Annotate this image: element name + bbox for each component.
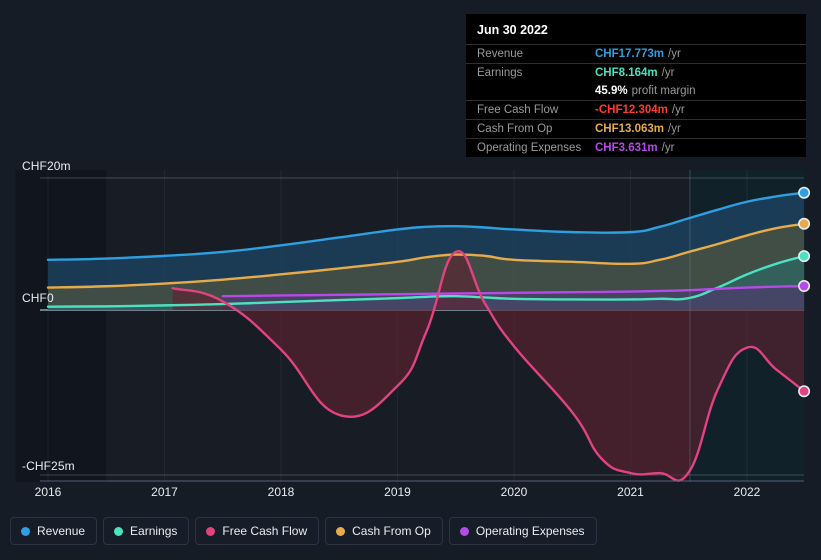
tooltip-row: Cash From Op CHF13.063m/yr — [466, 119, 806, 138]
x-axis-tick-2019: 2019 — [384, 485, 411, 499]
legend-item-earnings[interactable]: Earnings — [103, 517, 190, 545]
legend-color-dot-icon — [21, 526, 30, 536]
x-axis-tick-2022: 2022 — [733, 485, 761, 499]
chart-svg — [15, 170, 811, 482]
tooltip-row-label: Revenue — [477, 48, 524, 60]
tooltip-row-label: Earnings — [477, 67, 523, 79]
tooltip-row-value: CHF8.164m — [595, 67, 658, 79]
tooltip-row-label: Cash From Op — [477, 123, 553, 135]
chart-page: CHF20m CHF0 -CHF25m 2016 2017 2018 2019 2020… — [0, 0, 821, 560]
tooltip-row-value: CHF3.631m — [595, 142, 658, 154]
legend-item-free-cash-flow[interactable]: Free Cash Flow — [195, 517, 320, 545]
tooltip-date: Jun 30 2022 — [477, 23, 548, 37]
tooltip-row: 45.9% profit margin — [466, 82, 806, 100]
series-endpoint-cash-from-op — [798, 217, 811, 230]
x-axis-tick-2018: 2018 — [267, 485, 295, 499]
legend-item-label: Operating Expenses — [475, 524, 585, 538]
legend-item-operating-expenses[interactable]: Operating Expenses — [448, 517, 597, 545]
series-endpoint-operating-expenses — [798, 280, 811, 293]
y-axis-label-top: CHF20m — [22, 159, 71, 173]
legend-color-dot-icon — [459, 526, 469, 536]
tooltip-row-unit: profit margin — [631, 85, 696, 97]
series-endpoint-free-cash-flow — [798, 385, 811, 398]
tooltip-row-unit: /yr — [668, 123, 681, 135]
chart-legend: Revenue Earnings Free Cash Flow Cash From O… — [10, 517, 597, 545]
y-axis-label-zero: CHF0 — [22, 291, 54, 305]
legend-item-revenue[interactable]: Revenue — [10, 517, 98, 545]
tooltip-row: Operating Expenses CHF3.631m/yr — [466, 138, 806, 157]
tooltip-row: Revenue CHF17.773m/yr — [466, 44, 806, 63]
tooltip-row-label: Operating Expenses — [477, 142, 582, 154]
tooltip-row-label: Free Cash Flow — [477, 104, 559, 116]
tooltip-row-value: CHF17.773m — [595, 48, 665, 60]
tooltip-row-unit: /yr — [671, 104, 685, 116]
tooltip-row-unit: /yr — [661, 142, 675, 154]
chart-plot-area — [0, 170, 821, 482]
tooltip-row-unit: /yr — [668, 48, 681, 60]
legend-item-label: Revenue — [37, 524, 86, 538]
series-endpoint-revenue — [798, 186, 811, 199]
tooltip-row-unit: /yr — [661, 67, 675, 79]
x-axis-tick-2017: 2017 — [151, 485, 178, 499]
data-tooltip: Jun 30 2022 Revenue CHF17.773m/yr Earnings… — [466, 14, 806, 157]
tooltip-rows: Revenue CHF17.773m/yr Earnings CHF8.164m/yr… — [466, 44, 806, 157]
tooltip-row: Earnings CHF8.164m/yr — [466, 63, 806, 82]
tooltip-row-value: CHF13.063m — [595, 123, 665, 135]
legend-item-label: Free Cash Flow — [222, 524, 308, 538]
y-axis-label-bottom: -CHF25m — [22, 459, 75, 473]
tooltip-row-value: -CHF12.304m — [595, 104, 668, 116]
legend-color-dot-icon — [206, 526, 216, 536]
legend-color-dot-icon — [336, 526, 346, 536]
x-axis-labels: 2016 2017 2018 2019 2020 2021 2022 — [0, 485, 821, 501]
series-endpoint-earnings — [798, 250, 811, 263]
legend-item-label: Cash From Op — [352, 524, 431, 538]
legend-color-dot-icon — [114, 526, 124, 536]
tooltip-row-value: 45.9% — [595, 85, 628, 97]
x-axis-tick-2021: 2021 — [617, 485, 644, 499]
legend-item-label: Earnings — [130, 524, 178, 538]
tooltip-row: Free Cash Flow -CHF12.304m/yr — [466, 100, 806, 119]
x-axis-tick-2020: 2020 — [500, 485, 528, 499]
legend-item-cash-from-op[interactable]: Cash From Op — [325, 517, 443, 545]
x-axis-tick-2016: 2016 — [34, 485, 62, 499]
